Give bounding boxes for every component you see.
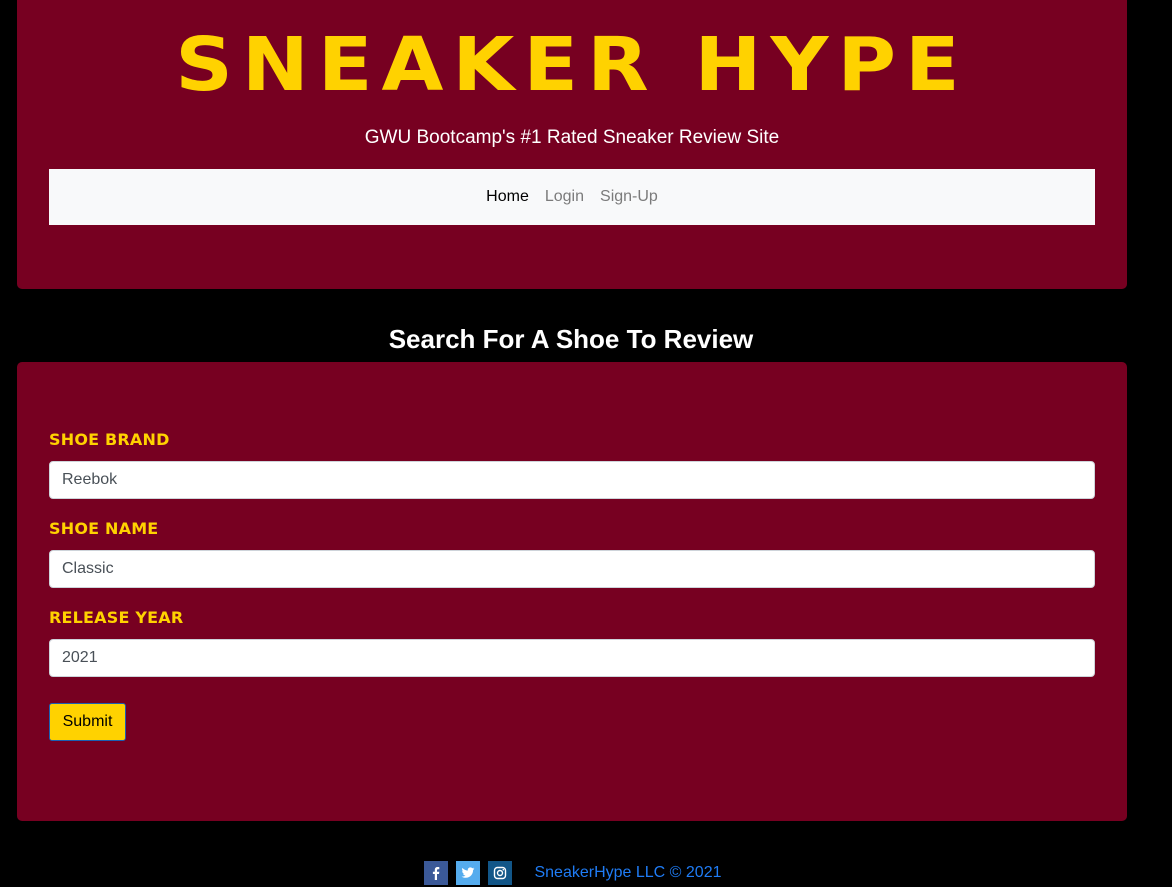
copyright-text: SneakerHype LLC © 2021 <box>534 864 722 881</box>
release-year-label: RELEASE YEAR <box>49 608 184 627</box>
page: SNEAKER HYPE GWU Bootcamp's #1 Rated Sne… <box>0 0 1172 887</box>
nav-item-home[interactable]: Home <box>478 188 537 206</box>
shoe-name-input[interactable] <box>49 550 1095 588</box>
header-card: SNEAKER HYPE GWU Bootcamp's #1 Rated Sne… <box>17 0 1127 289</box>
instagram-icon[interactable] <box>488 861 513 885</box>
site-title: SNEAKER HYPE <box>175 21 969 108</box>
nav-item-sign-up[interactable]: Sign-Up <box>592 188 666 206</box>
navbar: Home Login Sign-Up <box>49 169 1095 225</box>
shoe-brand-label: SHOE BRAND <box>49 430 170 449</box>
search-heading: Search For A Shoe To Review <box>388 324 754 354</box>
nav-item-login[interactable]: Login <box>537 188 592 206</box>
release-year-input[interactable] <box>49 639 1095 677</box>
search-form: SHOE BRAND SHOE NAME RELEASE YEAR Submit <box>17 362 1127 821</box>
footer: SneakerHype LLC © 2021 <box>0 861 1142 885</box>
site-tagline: GWU Bootcamp's #1 Rated Sneaker Review S… <box>364 127 780 148</box>
shoe-brand-input[interactable] <box>49 461 1095 499</box>
shoe-name-label: SHOE NAME <box>49 519 159 538</box>
facebook-icon[interactable] <box>424 861 449 885</box>
twitter-icon[interactable] <box>456 861 481 885</box>
submit-button[interactable]: Submit <box>49 703 126 741</box>
